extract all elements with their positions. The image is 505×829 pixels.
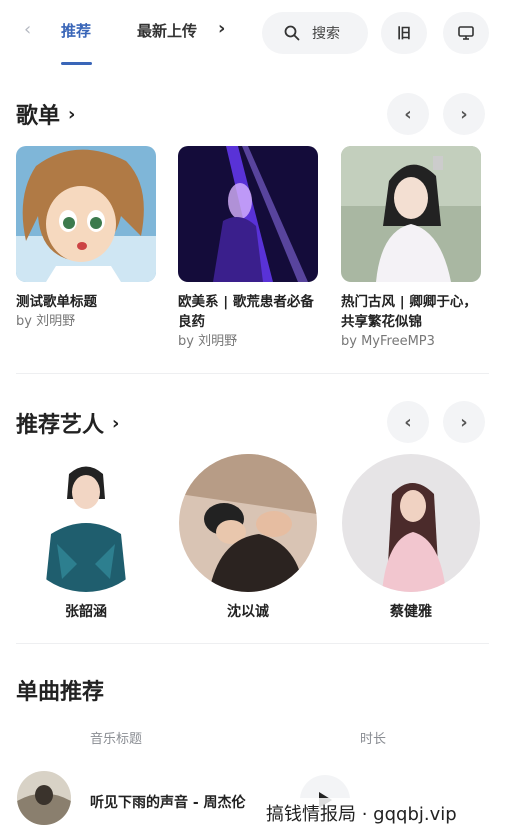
chevron-right-icon: › <box>112 412 120 434</box>
songs-header: 单曲推荐 <box>16 674 104 706</box>
artists-header[interactable]: 推荐艺人 › <box>16 407 119 439</box>
playlist-card[interactable]: 测试歌单标题 by 刘明野 <box>16 146 158 332</box>
song-cover-image <box>17 771 71 825</box>
playlist-author: by 刘明野 <box>16 314 76 329</box>
playlist-cover-image <box>178 146 318 282</box>
search-button[interactable]: 搜索 <box>262 12 368 54</box>
search-icon <box>284 25 300 41</box>
active-tab-indicator <box>61 62 92 65</box>
column-header-duration: 时长 <box>360 732 387 747</box>
search-label: 搜索 <box>312 26 340 42</box>
playlist-cover-image <box>16 146 156 282</box>
playlist-author: by 刘明野 <box>178 334 238 349</box>
artist-card[interactable]: 沈以诚 <box>178 454 318 621</box>
playlist-title: 热门古风 | 卿卿于心，共享繁花似锦 <box>341 294 477 330</box>
artist-avatar <box>342 454 480 592</box>
old-theme-button[interactable]: 旧 <box>381 12 427 54</box>
song-title: 听见下雨的声音 - 周杰伦 <box>90 795 246 811</box>
chevron-left-icon: ‹ <box>404 411 412 433</box>
playlist-card[interactable]: 欧美系 | 歌荒患者必备良药 by 刘明野 <box>178 146 320 352</box>
artist-card[interactable]: 张韶涵 <box>16 454 156 621</box>
tabs-next-chevron-icon[interactable]: › <box>218 18 225 39</box>
top-nav: ‹ 推荐 最新上传 › 搜索 旧 <box>0 0 505 70</box>
old-theme-label: 旧 <box>397 26 411 42</box>
artists-prev-button[interactable]: ‹ <box>387 401 429 443</box>
artist-avatar <box>17 454 155 592</box>
chevron-left-icon: ‹ <box>404 103 412 125</box>
playlist-title: 测试歌单标题 <box>16 294 97 310</box>
column-header-title: 音乐标题 <box>90 732 143 747</box>
playlist-card[interactable]: 热门古风 | 卿卿于心，共享繁花似锦 by MyFreeMP3 <box>341 146 483 352</box>
chevron-right-icon: › <box>460 411 468 433</box>
playlists-next-button[interactable]: › <box>443 93 485 135</box>
section-divider <box>16 643 489 644</box>
playlists-prev-button[interactable]: ‹ <box>387 93 429 135</box>
artist-card[interactable]: 蔡健雅 <box>341 454 481 621</box>
artist-name: 蔡健雅 <box>390 604 432 620</box>
artist-name: 张韶涵 <box>65 604 107 620</box>
playlists-title: 歌单 <box>16 104 61 129</box>
monitor-icon <box>458 26 474 40</box>
artist-name: 沈以诚 <box>227 604 269 620</box>
tab-recommend[interactable]: 推荐 <box>61 20 91 41</box>
chevron-right-icon: › <box>460 103 468 125</box>
playlist-title: 欧美系 | 歌荒患者必备良药 <box>178 294 314 330</box>
section-divider <box>16 373 489 374</box>
playlists-header[interactable]: 歌单 › <box>16 98 75 130</box>
watermark-text: 搞钱情报局 · gqqbj.vip <box>260 798 463 828</box>
screen-button[interactable] <box>443 12 489 54</box>
artist-avatar <box>179 454 317 592</box>
playlist-cover-image <box>341 146 481 282</box>
chevron-right-icon: › <box>68 103 76 125</box>
artists-next-button[interactable]: › <box>443 401 485 443</box>
artists-title: 推荐艺人 <box>16 413 105 438</box>
playlist-author: by MyFreeMP3 <box>341 334 435 349</box>
songs-title: 单曲推荐 <box>16 680 105 705</box>
back-chevron-icon[interactable]: ‹ <box>24 18 44 42</box>
tab-latest-uploads[interactable]: 最新上传 <box>137 20 197 41</box>
